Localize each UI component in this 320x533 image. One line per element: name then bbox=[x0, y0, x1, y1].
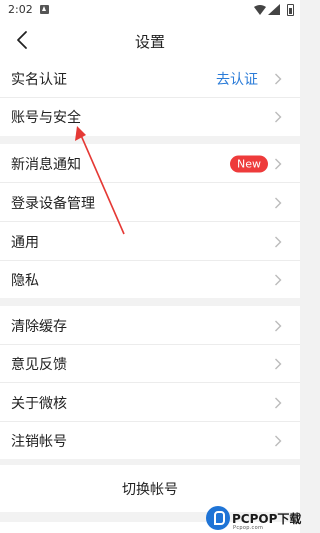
verify-link[interactable]: 去认证 bbox=[216, 69, 258, 89]
switch-account-button[interactable]: 切换帐号 bbox=[0, 465, 300, 512]
item-label: 注销帐号 bbox=[11, 433, 67, 450]
item-label: 实名认证 bbox=[11, 72, 67, 88]
chevron-right-icon bbox=[275, 397, 282, 408]
chevron-right-icon bbox=[275, 197, 282, 208]
settings-item-notifications[interactable]: 新消息通知 New bbox=[0, 144, 300, 183]
chevron-right-icon bbox=[275, 111, 282, 123]
settings-item-clear-cache[interactable]: 清除缓存 bbox=[0, 306, 300, 345]
chevron-right-icon bbox=[275, 320, 282, 331]
item-label: 账号与安全 bbox=[11, 110, 81, 126]
item-label: 清除缓存 bbox=[11, 318, 67, 335]
status-time: 2:02 bbox=[8, 3, 33, 16]
settings-item-about[interactable]: 关于微核 bbox=[0, 383, 300, 422]
settings-item-general[interactable]: 通用 bbox=[0, 222, 300, 261]
header-bar: 设置 bbox=[0, 20, 300, 60]
watermark-subtext: Pcpop.com bbox=[233, 525, 264, 531]
battery-icon bbox=[287, 4, 294, 16]
watermark-logo: PCPOP下载 Pcpop.com bbox=[206, 506, 301, 533]
settings-item-privacy[interactable]: 隐私 bbox=[0, 261, 300, 298]
chevron-right-icon bbox=[275, 435, 282, 446]
watermark-badge-icon bbox=[206, 506, 230, 530]
settings-item-device-management[interactable]: 登录设备管理 bbox=[0, 183, 300, 222]
item-label: 意见反馈 bbox=[11, 357, 67, 373]
item-label: 新消息通知 bbox=[11, 156, 81, 173]
notification-icon bbox=[40, 5, 49, 14]
item-label: 通用 bbox=[11, 234, 39, 251]
chevron-right-icon bbox=[275, 73, 282, 85]
chevron-right-icon bbox=[275, 236, 282, 247]
item-label: 登录设备管理 bbox=[11, 195, 95, 212]
chevron-right-icon bbox=[275, 158, 282, 169]
settings-item-feedback[interactable]: 意见反馈 bbox=[0, 345, 300, 383]
switch-account-label: 切换帐号 bbox=[122, 481, 178, 498]
settings-item-delete-account[interactable]: 注销帐号 bbox=[0, 422, 300, 459]
item-label: 关于微核 bbox=[11, 395, 67, 412]
wifi-icon bbox=[254, 5, 266, 15]
chevron-right-icon bbox=[275, 274, 282, 285]
signal-icon bbox=[268, 4, 280, 15]
settings-item-account-security[interactable]: 账号与安全 bbox=[0, 98, 300, 136]
new-badge: New bbox=[230, 155, 268, 172]
chevron-right-icon bbox=[275, 358, 282, 370]
item-label: 隐私 bbox=[11, 272, 39, 289]
status-bar: 2:02 bbox=[0, 0, 300, 20]
page-title: 设置 bbox=[134, 33, 165, 51]
settings-item-real-name[interactable]: 实名认证 去认证 bbox=[0, 60, 300, 98]
